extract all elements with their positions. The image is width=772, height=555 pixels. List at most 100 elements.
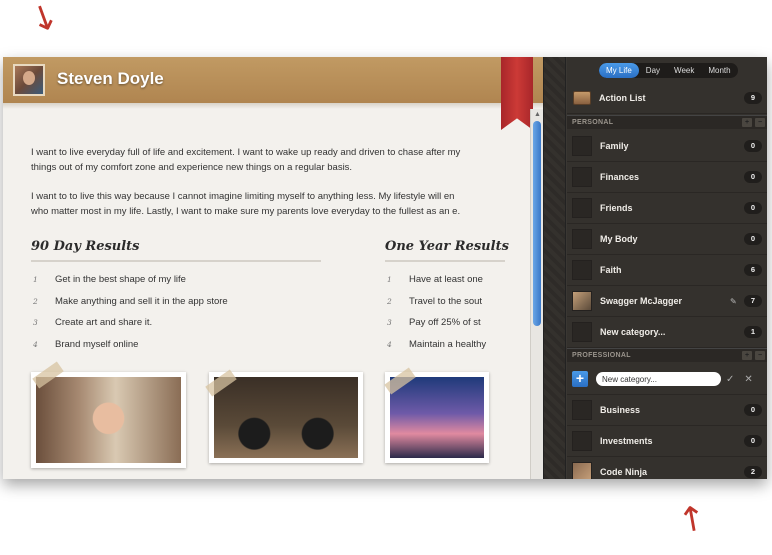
goal-item[interactable]: 1 Have at least one xyxy=(387,269,489,291)
sidebar: My Life Day Week Month Action List 9 PER… xyxy=(543,57,767,479)
count-badge: 0 xyxy=(744,435,762,447)
tab-day[interactable]: Day xyxy=(639,63,667,78)
avatar[interactable] xyxy=(13,64,45,96)
category-label: Family xyxy=(600,141,629,151)
category-label: New category... xyxy=(600,327,666,337)
goal-number: 3 xyxy=(33,318,38,328)
category-thumb xyxy=(572,322,592,342)
tab-month[interactable]: Month xyxy=(701,63,737,78)
category-panel: My Life Day Week Month Action List 9 PER… xyxy=(567,57,767,479)
inbox-icon xyxy=(573,91,591,105)
category-row-my-body[interactable]: My Body 0 xyxy=(567,224,767,255)
tab-week[interactable]: Week xyxy=(667,63,701,78)
journal-scrollbar[interactable]: ▲ xyxy=(530,109,543,479)
remove-icon[interactable]: − xyxy=(755,118,765,127)
count-badge: 7 xyxy=(744,295,762,307)
category-thumb xyxy=(572,260,592,280)
vision-photo-portrait[interactable] xyxy=(31,372,186,468)
goal-text: Have at least one xyxy=(409,274,483,286)
category-row-family[interactable]: Family 0 xyxy=(567,131,767,162)
scroll-thumb[interactable] xyxy=(533,121,541,326)
category-label: Business xyxy=(600,405,641,415)
goal-item[interactable]: 2 Make anything and sell it in the app st… xyxy=(33,291,323,313)
category-row-investments[interactable]: Investments 0 xyxy=(567,426,767,457)
view-tabs: My Life Day Week Month xyxy=(599,63,738,78)
pencil-icon[interactable]: ✎ xyxy=(730,297,740,306)
category-row-code-ninja[interactable]: Code Ninja 2 xyxy=(567,457,767,479)
stage: ↓ ↑ Steven Doyle I want to live everyday… xyxy=(0,0,772,555)
goal-item[interactable]: 2 Travel to the sout xyxy=(387,291,489,313)
category-thumb xyxy=(572,462,592,479)
goal-text: Brand myself online xyxy=(55,338,139,350)
category-label: Friends xyxy=(600,203,633,213)
goal-number: 4 xyxy=(387,339,392,349)
add-icon[interactable]: + xyxy=(742,351,752,360)
category-label: Swagger McJagger xyxy=(600,296,683,306)
goal-number: 1 xyxy=(33,275,38,285)
intro-paragraph-2: I want to to live this way because I can… xyxy=(31,189,501,219)
portrait-image xyxy=(36,377,181,463)
annotation-arrow-down-icon: ↓ xyxy=(24,0,65,43)
remove-icon[interactable]: − xyxy=(755,351,765,360)
category-label: Code Ninja xyxy=(600,467,648,477)
close-icon[interactable]: ✕ xyxy=(744,374,752,385)
category-label: Finances xyxy=(600,172,640,182)
check-icon[interactable]: ✓ xyxy=(726,374,734,385)
bookmark-ribbon-icon[interactable] xyxy=(501,57,533,130)
category-thumb xyxy=(572,400,592,420)
category-thumb xyxy=(572,167,592,187)
category-label: Investments xyxy=(600,436,653,446)
category-row-business[interactable]: Business 0 xyxy=(567,395,767,426)
scroll-up-icon[interactable]: ▲ xyxy=(534,111,541,118)
category-thumb xyxy=(572,136,592,156)
category-row-new-category[interactable]: New category... 1 xyxy=(567,317,767,348)
goal-text: Pay off 25% of st xyxy=(409,317,481,329)
add-category-button[interactable]: + xyxy=(572,371,588,387)
count-badge: 1 xyxy=(744,326,762,338)
journal-pane: Steven Doyle I want to live everyday ful… xyxy=(3,57,543,479)
professional-section-header: PROFESSIONAL + − xyxy=(567,348,767,362)
add-icon[interactable]: + xyxy=(742,118,752,127)
goal-number: 4 xyxy=(33,339,38,349)
category-row-faith[interactable]: Faith 6 xyxy=(567,255,767,286)
ninety-day-results-title: 90 Day Results xyxy=(31,239,140,254)
category-thumb xyxy=(572,291,592,311)
goal-item[interactable]: 1 Get in the best shape of my life xyxy=(33,269,323,291)
category-row-friends[interactable]: Friends 0 xyxy=(567,193,767,224)
count-badge: 0 xyxy=(744,202,762,214)
action-list-row[interactable]: Action List 9 xyxy=(567,83,767,114)
intro-p1-line-2: things out of my comfort zone and experi… xyxy=(31,162,353,173)
annotation-arrow-up-icon: ↑ xyxy=(674,497,710,543)
count-badge: 0 xyxy=(744,140,762,152)
category-row-finances[interactable]: Finances 0 xyxy=(567,162,767,193)
ninety-day-divider xyxy=(31,260,321,262)
category-thumb xyxy=(572,431,592,451)
goal-number: 2 xyxy=(33,296,38,306)
goal-number: 3 xyxy=(387,318,392,328)
goal-item[interactable]: 4 Maintain a healthy xyxy=(387,334,489,356)
goal-text: Create art and share it. xyxy=(55,317,153,329)
sidebar-edge xyxy=(544,57,566,479)
category-label: My Body xyxy=(600,234,638,244)
count-badge: 6 xyxy=(744,264,762,276)
intro-p1-line-1: I want to live everyday full of life and… xyxy=(31,147,461,158)
profile-name: Steven Doyle xyxy=(57,69,164,88)
section-label: PERSONAL xyxy=(572,119,614,126)
tab-my-life[interactable]: My Life xyxy=(599,63,639,78)
intro-p2-line-1: I want to to live this way because I can… xyxy=(31,191,455,202)
new-category-input[interactable] xyxy=(596,372,721,386)
goal-item[interactable]: 3 Create art and share it. xyxy=(33,312,323,334)
personal-section-header: PERSONAL + − xyxy=(567,115,767,129)
goal-text: Get in the best shape of my life xyxy=(55,274,186,286)
goal-item[interactable]: 3 Pay off 25% of st xyxy=(387,312,489,334)
category-row-swagger-mcjagger[interactable]: Swagger McJagger ✎ 7 xyxy=(567,286,767,317)
section-label: PROFESSIONAL xyxy=(572,352,631,359)
count-badge: 0 xyxy=(744,171,762,183)
count-badge: 9 xyxy=(744,92,762,104)
goal-number: 2 xyxy=(387,296,392,306)
intro-paragraph-1: I want to live everyday full of life and… xyxy=(31,145,501,175)
one-year-divider xyxy=(385,260,505,262)
vision-photo-motorcycle[interactable] xyxy=(209,372,363,463)
category-thumb xyxy=(572,198,592,218)
goal-item[interactable]: 4 Brand myself online xyxy=(33,334,323,356)
